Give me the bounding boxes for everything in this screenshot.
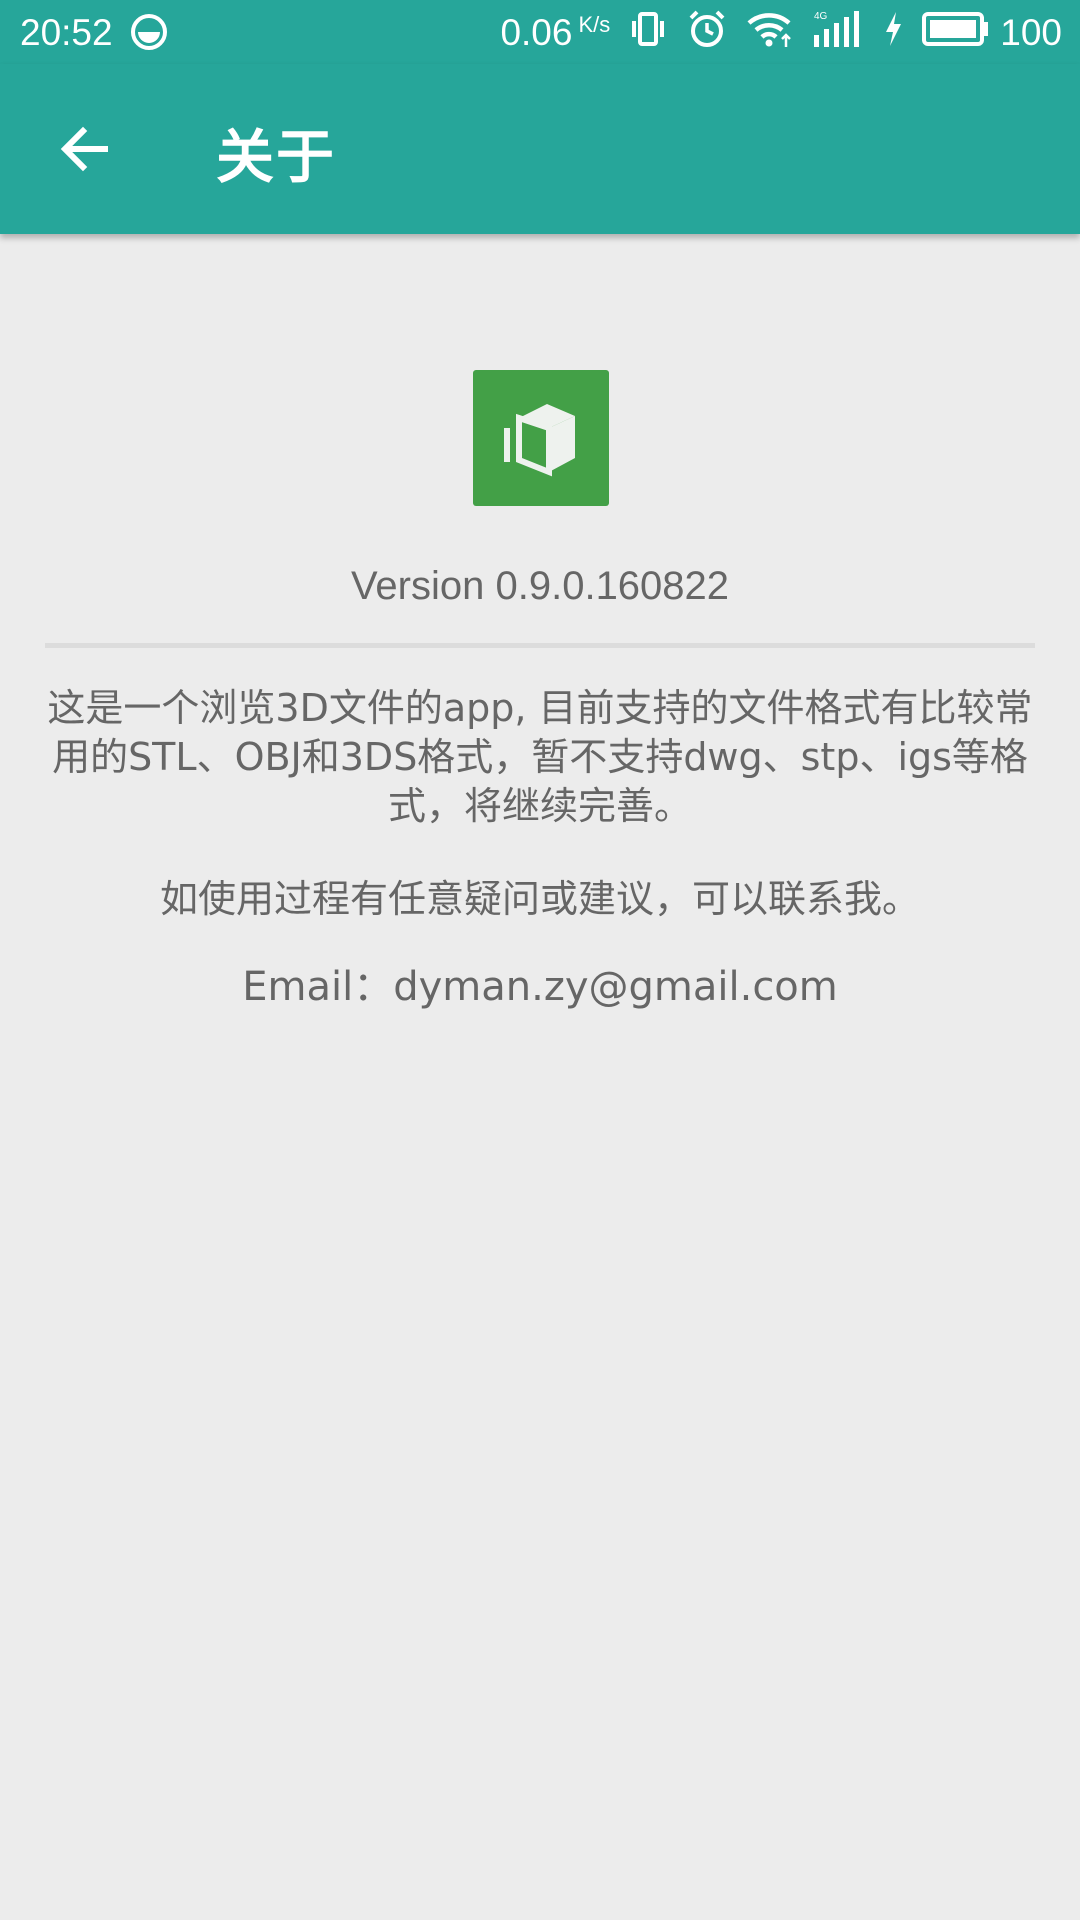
app-description: 这是一个浏览3D文件的app, 目前支持的文件格式有比较常用的STL、OBJ和3…: [47, 686, 1033, 828]
cube-icon: [493, 388, 589, 488]
svg-text:4G: 4G: [814, 11, 828, 22]
4g-signal-icon: 4G: [810, 9, 864, 58]
contact-hint: 如使用过程有任意疑问或建议，可以联系我。: [159, 877, 920, 921]
notification-icon: [130, 13, 168, 51]
status-icons: 0.06 K/s 4G 100: [500, 8, 1062, 58]
divider: [45, 643, 1035, 648]
net-speed: 0.06 K/s: [500, 12, 610, 54]
version-text: Version 0.9.0.160822: [350, 564, 730, 608]
alarm-icon: [686, 8, 728, 59]
vibrate-icon: [628, 9, 668, 58]
page-title: 关于: [216, 123, 337, 191]
email-link[interactable]: dyman.zy@gmail.com: [393, 964, 838, 1010]
battery-percent: 100: [1000, 12, 1062, 53]
net-speed-unit: K/s: [578, 12, 611, 37]
back-button[interactable]: [40, 106, 130, 196]
status-bar: 20:52 0.06 K/s 4G 100: [0, 0, 1080, 64]
net-speed-value: 0.06: [500, 12, 573, 53]
app-bar: 关于: [0, 64, 1080, 234]
charging-icon: [882, 10, 904, 57]
email-line: Email：dyman.zy@gmail.com: [0, 954, 1080, 1012]
battery-icon: [922, 10, 990, 57]
status-time: 20:52: [20, 12, 113, 53]
arrow-back-icon: [57, 121, 113, 181]
app-logo: [473, 370, 609, 506]
wifi-icon: [746, 9, 792, 58]
email-label: Email：: [242, 964, 394, 1010]
